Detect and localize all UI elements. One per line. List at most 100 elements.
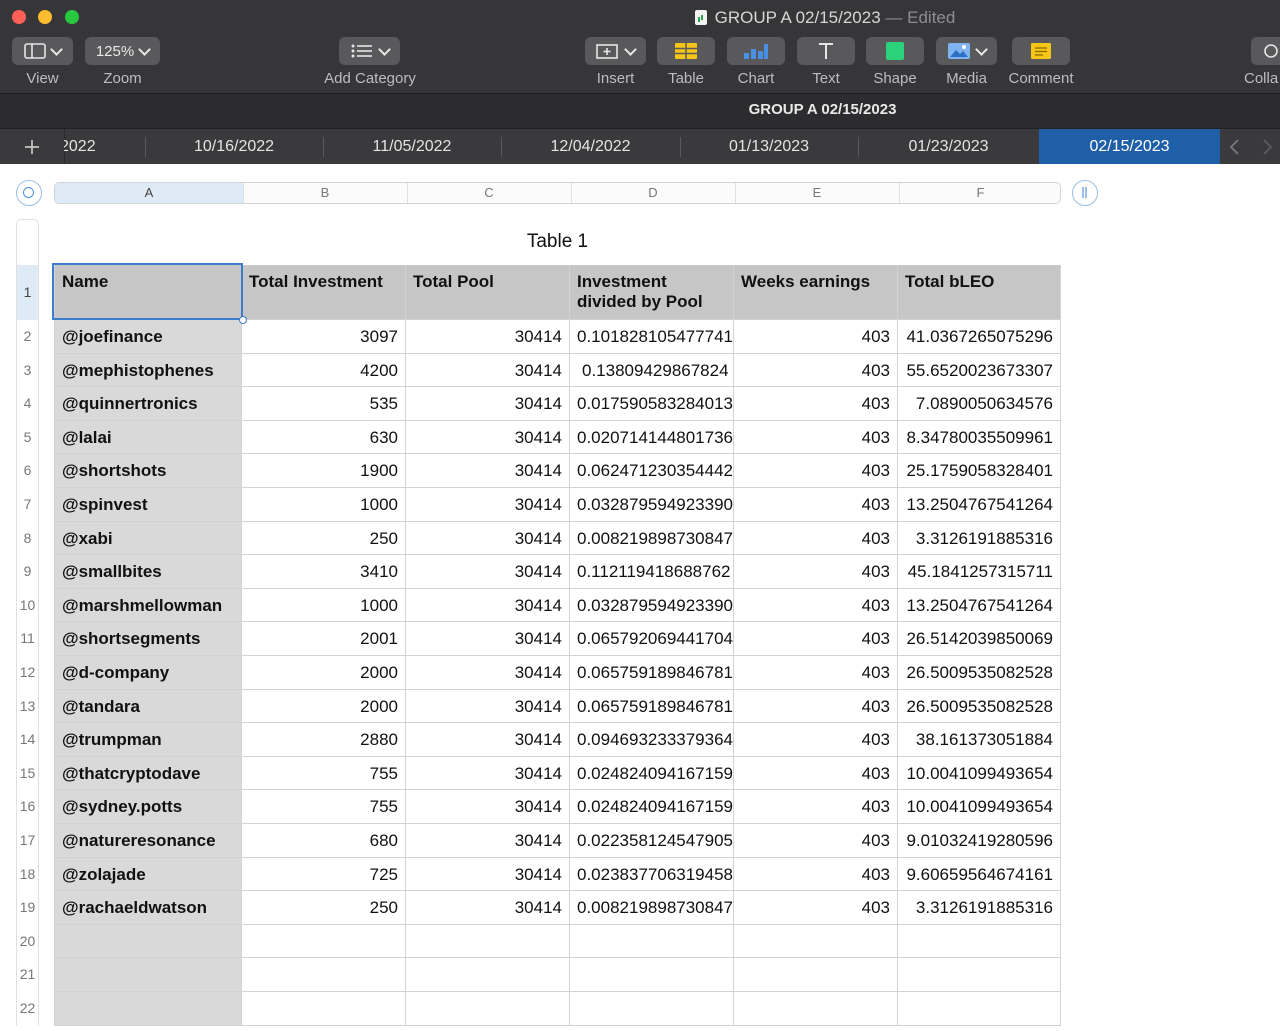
name-cell[interactable] (54, 992, 242, 1026)
shape-button[interactable] (866, 37, 924, 65)
table-cell[interactable]: 13.2504767541264 (898, 588, 1061, 623)
table-cell[interactable] (570, 924, 734, 959)
name-cell[interactable] (54, 924, 242, 959)
table-cell[interactable]: 403 (734, 420, 898, 455)
table-cell[interactable]: 403 (734, 891, 898, 925)
column-header-cell[interactable]: Total Investment (242, 265, 406, 320)
table-cell[interactable]: 30414 (406, 320, 570, 354)
table-cell[interactable]: 403 (734, 588, 898, 623)
table-cell[interactable]: 8.34780035509961 (898, 420, 1061, 455)
table-cell[interactable]: 0.112119418688762 (570, 555, 734, 589)
table-cell[interactable] (898, 958, 1061, 992)
column-header-e[interactable]: E (735, 183, 900, 203)
scroll-tabs-left-button[interactable] (1228, 137, 1242, 162)
table-cell[interactable]: 30414 (406, 857, 570, 892)
table-cell[interactable] (406, 924, 570, 959)
column-header-a[interactable]: A (55, 183, 244, 203)
table-cell[interactable]: 10.0041099493654 (898, 756, 1061, 791)
table-cell[interactable]: 0.0946932333793645 (570, 723, 734, 757)
table-cell[interactable]: 30414 (406, 454, 570, 488)
row-header[interactable]: 7 (16, 488, 39, 522)
view-button[interactable] (12, 37, 73, 65)
row-header[interactable]: 12 (16, 656, 39, 690)
add-category-button[interactable] (339, 37, 400, 65)
name-cell[interactable]: @xabi (54, 521, 242, 556)
row-header[interactable]: 22 (16, 992, 39, 1026)
table-cell[interactable] (898, 924, 1061, 959)
table-cell[interactable]: 26.5142039850069 (898, 622, 1061, 656)
name-cell[interactable] (54, 958, 242, 992)
table-cell[interactable]: 0.0248240941671599 (570, 790, 734, 824)
row-header[interactable]: 17 (16, 824, 39, 858)
table-button[interactable] (657, 37, 715, 65)
table-cell[interactable]: 403 (734, 353, 898, 388)
table-cell[interactable]: 30414 (406, 891, 570, 925)
table-cell[interactable] (570, 958, 734, 992)
table-cell[interactable]: 30414 (406, 790, 570, 824)
table-cell[interactable]: 403 (734, 488, 898, 522)
table-cell[interactable] (406, 958, 570, 992)
table-cell[interactable]: 1000 (242, 588, 406, 623)
table-cell[interactable]: 630 (242, 420, 406, 455)
table-cell[interactable]: 0.0657920694417045 (570, 622, 734, 656)
table-cell[interactable]: 0.0223581245479056 (570, 824, 734, 858)
media-button[interactable] (936, 37, 997, 65)
table-cell[interactable]: 1900 (242, 454, 406, 488)
add-column-button[interactable] (1072, 180, 1098, 206)
table-cell[interactable]: 55.6520023673307 (898, 353, 1061, 388)
table-cell[interactable]: 403 (734, 790, 898, 824)
table-cell[interactable]: 0.020714144801736 (570, 420, 734, 455)
row-header[interactable]: 1 (16, 265, 39, 320)
table-cell[interactable]: 3.3126191885316 (898, 521, 1061, 556)
table-cell[interactable] (242, 924, 406, 959)
table-cell[interactable]: 3097 (242, 320, 406, 354)
table-cell[interactable]: 7.0890050634576 (898, 387, 1061, 421)
table-cell[interactable]: 26.5009535082528 (898, 656, 1061, 690)
table-cell[interactable]: 403 (734, 857, 898, 892)
name-cell[interactable]: @zolajade (54, 857, 242, 892)
table-cell[interactable]: 403 (734, 555, 898, 589)
row-header[interactable]: 9 (16, 555, 39, 589)
name-cell[interactable]: @shortshots (54, 454, 242, 488)
table-cell[interactable]: 41.0367265075296 (898, 320, 1061, 354)
table-cell[interactable]: 9.01032419280596 (898, 824, 1061, 858)
table-cell[interactable] (898, 992, 1061, 1026)
name-cell[interactable]: @lalai (54, 420, 242, 455)
table-cell[interactable]: 403 (734, 387, 898, 421)
name-cell[interactable]: @mephistophenes (54, 353, 242, 388)
row-header[interactable]: 6 (16, 454, 39, 488)
table-cell[interactable]: 0.0175905832840139 (570, 387, 734, 421)
name-cell[interactable]: @quinnertronics (54, 387, 242, 421)
row-header[interactable]: 20 (16, 924, 39, 959)
name-cell[interactable]: @rachaeldwatson (54, 891, 242, 925)
table-cell[interactable]: 0.0238377063194581 (570, 857, 734, 892)
row-header[interactable]: 10 (16, 588, 39, 623)
table-cell[interactable]: 250 (242, 891, 406, 925)
table-cell[interactable]: 30414 (406, 420, 570, 455)
chart-button[interactable] (727, 37, 785, 65)
table-cell[interactable]: 45.1841257315711 (898, 555, 1061, 589)
name-cell[interactable]: @marshmellowman (54, 588, 242, 623)
collaborate-button[interactable] (1251, 37, 1280, 65)
table-cell[interactable]: 403 (734, 756, 898, 791)
table-cell[interactable]: 30414 (406, 824, 570, 858)
table-cell[interactable]: 3.3126191885316 (898, 891, 1061, 925)
select-all-button[interactable] (16, 180, 42, 206)
table-cell[interactable] (570, 992, 734, 1026)
table-cell[interactable]: 1000 (242, 488, 406, 522)
name-cell[interactable]: @joefinance (54, 320, 242, 354)
insert-button[interactable] (585, 37, 646, 65)
comment-button[interactable] (1012, 37, 1070, 65)
table-cell[interactable]: 725 (242, 857, 406, 892)
table-cell[interactable]: 0.13809429867824 (570, 353, 734, 388)
column-header-cell[interactable]: Name (54, 265, 242, 320)
sheet-tab[interactable]: 01/23/2023 (858, 129, 1039, 164)
row-header[interactable]: 3 (16, 353, 39, 388)
table-cell[interactable]: 403 (734, 320, 898, 354)
table-cell[interactable]: 0.00821989873084763 (570, 521, 734, 556)
name-cell[interactable]: @natureresonance (54, 824, 242, 858)
row-header[interactable]: 11 (16, 622, 39, 656)
table-cell[interactable]: 2880 (242, 723, 406, 757)
table-cell[interactable]: 535 (242, 387, 406, 421)
add-sheet-button[interactable] (0, 129, 65, 164)
